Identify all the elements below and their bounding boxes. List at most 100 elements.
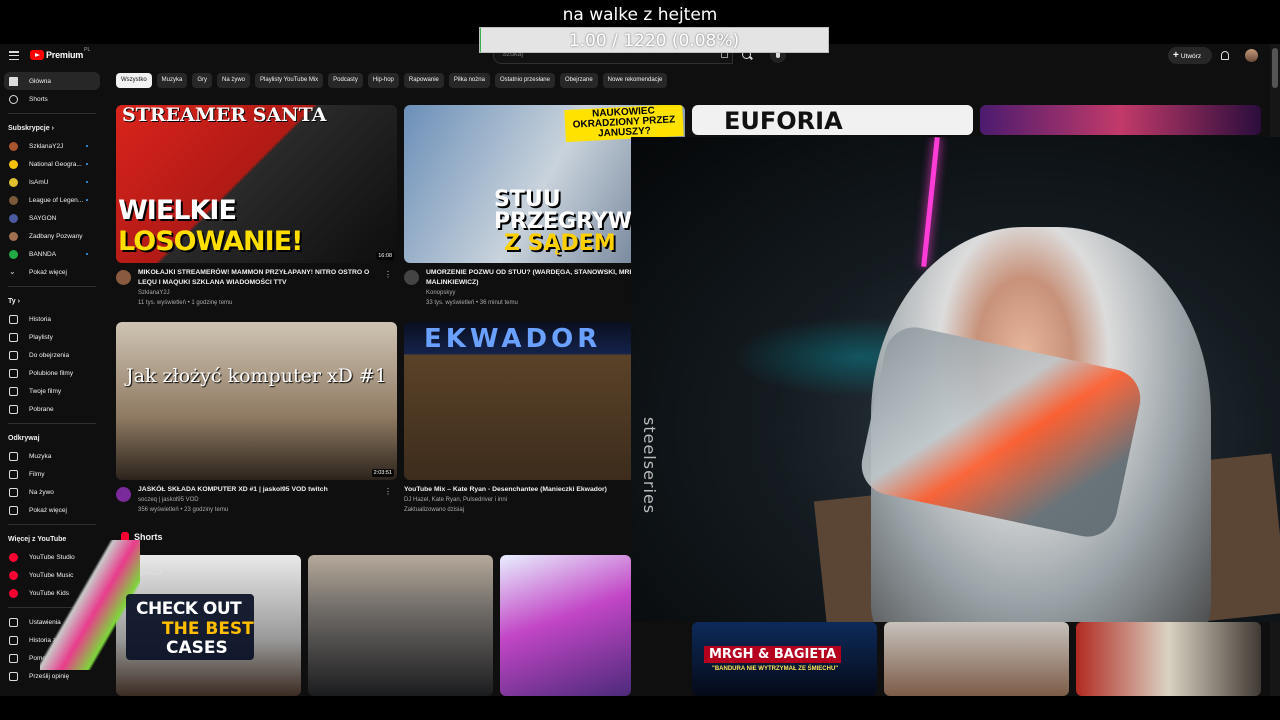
filter-chip[interactable]: Podcasty <box>328 73 363 88</box>
thumbnail-text: Jak złożyć komputer xD #1 <box>126 365 387 387</box>
filter-chip[interactable]: Gry <box>192 73 213 88</box>
sidebar-item-history[interactable]: Historia <box>0 310 104 328</box>
channel-avatar[interactable] <box>116 487 131 502</box>
channel-avatar <box>9 177 18 187</box>
history-icon <box>9 314 18 324</box>
sidebar-item-playlist[interactable]: Playlisty <box>0 328 104 346</box>
sidebar-subs-show-more[interactable]: ⌄ Pokaż więcej <box>0 263 104 281</box>
filter-chip[interactable]: Playlisty YouTube Mix <box>255 73 324 88</box>
short-thumbnail[interactable]: MRGH & BAGIETA "BANDURA NIE WYTRZYMAŁ ZE… <box>692 622 877 696</box>
video-stats: 356 wyświetleń • 23 godziny temu <box>138 507 229 513</box>
sidebar-item-watch-later[interactable]: Do obejrzenia <box>0 346 104 364</box>
sidebar-item-shorts[interactable]: Shorts <box>0 90 104 108</box>
youtube-app-icon <box>9 588 18 598</box>
film-icon <box>9 469 18 479</box>
sidebar-item-label: Główna <box>29 77 52 85</box>
channel-avatar <box>9 195 18 205</box>
filter-chip[interactable]: Obejrzane <box>559 73 598 88</box>
sidebar-subscription-item[interactable]: Zadbany Pozwany <box>0 227 104 245</box>
sidebar-item-like[interactable]: Polubione filmy <box>0 364 104 382</box>
flag-icon <box>9 635 18 645</box>
short-thumbnail-caption: "BANDURA NIE WYTRZYMAŁ ZE ŚMIECHU" <box>712 666 839 672</box>
youtube-play-icon <box>30 50 44 60</box>
short-thumbnail[interactable] <box>1076 622 1261 696</box>
filter-chip[interactable]: Rapowanie <box>403 73 444 88</box>
video-title[interactable]: MIKOŁAJKI STREAMERÓW! MAMMON PRZYŁAPANY!… <box>138 268 388 288</box>
video-title[interactable]: JASKÓŁ SKŁADA KOMPUTER XD #1 | jaskol95 … <box>138 485 388 495</box>
sidebar-item-live[interactable]: Na żywo <box>0 483 104 501</box>
scrollbar-thumb[interactable] <box>1272 48 1278 88</box>
sidebar-subscription-item[interactable]: IsAmU <box>0 173 104 191</box>
thumbnail-banner-b: Z SĄDEM <box>504 231 616 256</box>
filter-chip[interactable]: Muzyka <box>156 73 188 88</box>
filter-chip[interactable]: Piłka nożna <box>448 73 490 88</box>
channel-avatar[interactable] <box>116 270 131 285</box>
channel-name[interactable]: SzklanaY2J <box>138 288 396 298</box>
weapon-skin-graphic <box>40 540 140 670</box>
sidebar-item-your-videos[interactable]: Twoje filmy <box>0 382 104 400</box>
webcam-neon-light <box>921 137 940 267</box>
sidebar-item-download[interactable]: Pobrane <box>0 400 104 418</box>
sidebar-item-label: National Geogra... <box>29 160 82 168</box>
channel-avatar[interactable] <box>404 270 419 285</box>
youtube-app-icon <box>9 570 18 580</box>
more-options-icon[interactable]: ⋮ <box>384 487 392 496</box>
short-thumbnail[interactable] <box>308 555 493 696</box>
sidebar-item-label: Zadbany Pozwany <box>29 232 83 240</box>
video-title[interactable]: YouTube Mix – Kate Ryan - Desenchantee (… <box>404 485 654 495</box>
sidebar-item-label: Historia <box>29 315 52 323</box>
youtube-app-icon <box>9 552 18 562</box>
filter-chip[interactable]: Wszystko <box>116 73 152 88</box>
create-button[interactable]: + Utwórz <box>1168 47 1212 64</box>
feedback-icon <box>9 671 18 681</box>
download-icon <box>9 404 18 414</box>
account-avatar[interactable] <box>1245 49 1258 62</box>
stream-title: na walke z hejtem <box>562 5 718 25</box>
promo-line-2: THE BEST <box>162 619 254 639</box>
filter-chip[interactable]: Nowe rekomendacje <box>602 73 668 88</box>
sidebar-subscription-item[interactable]: BANNDA <box>0 245 104 263</box>
video-thumbnail[interactable]: Jak złożyć komputer xD #1 2:03:51 <box>116 322 397 480</box>
sidebar-item-home[interactable]: Główna <box>4 72 100 90</box>
sidebar-subscription-item[interactable]: League of Legen... <box>0 191 104 209</box>
video-duration: 16:08 <box>376 252 394 260</box>
notifications-bell-icon[interactable] <box>1221 51 1229 60</box>
filter-chip[interactable]: Hip-hop <box>367 73 399 88</box>
filter-chip[interactable]: Na żywo <box>217 73 251 88</box>
sidebar-item-chevron-down[interactable]: Pokaż więcej <box>0 501 104 519</box>
video-thumbnail[interactable] <box>980 105 1261 135</box>
you-heading[interactable]: Ty › <box>0 292 104 310</box>
more-options-icon[interactable]: ⋮ <box>384 270 392 279</box>
promo-line-1: CHECK OUT <box>136 599 242 619</box>
sidebar-item-music[interactable]: Muzyka <box>0 447 104 465</box>
sidebar-item-label: Na żywo <box>29 488 54 496</box>
subscriptions-heading[interactable]: Subskrypcje › <box>0 119 104 137</box>
sidebar-item-label: Pokaż więcej <box>29 506 67 514</box>
goal-progress-text: 1.00 / 1220 (0.08%) <box>568 31 740 51</box>
subscriptions-heading-text: Subskrypcje <box>8 125 50 132</box>
sidebar-item-film[interactable]: Filmy <box>0 465 104 483</box>
help-icon <box>9 653 18 663</box>
sidebar-item-label: Pobrane <box>29 405 54 413</box>
filter-chip[interactable]: Ostatnio przesłane <box>494 73 555 88</box>
short-thumbnail[interactable] <box>500 555 631 696</box>
video-meta: JASKÓŁ SKŁADA KOMPUTER XD #1 | jaskol95 … <box>116 485 396 515</box>
channel-name[interactable]: soczeq | jaskol95 VOD <box>138 495 396 505</box>
playlist-icon <box>9 332 18 342</box>
video-thumbnail[interactable]: STREAMER SANTA WIELKIE LOSOWANIE! 16:08 <box>116 105 397 263</box>
sidebar-item-label: Do obejrzenia <box>29 351 70 359</box>
sidebar-subscription-item[interactable]: National Geogra... <box>0 155 104 173</box>
promo-line-3: CASES <box>166 638 228 658</box>
thumbnail-banner: WIELKIE LOSOWANIE! <box>118 195 397 257</box>
short-thumbnail[interactable] <box>884 622 1069 696</box>
youtube-premium-logo[interactable]: Premium PL <box>30 47 91 60</box>
video-thumbnail[interactable]: EUFORIA <box>692 105 973 135</box>
divider <box>8 286 96 287</box>
hamburger-menu-icon[interactable] <box>9 51 19 61</box>
watch-later-icon <box>9 350 18 360</box>
sidebar-subscription-item[interactable]: SzklanaY2J <box>0 137 104 155</box>
sidebar-subscription-item[interactable]: SAYGON <box>0 209 104 227</box>
logo-text: Premium <box>46 50 84 60</box>
you-list: Historia Playlisty Do obejrzenia Polubione … <box>0 310 104 418</box>
logo-country-code: PL <box>84 47 91 53</box>
